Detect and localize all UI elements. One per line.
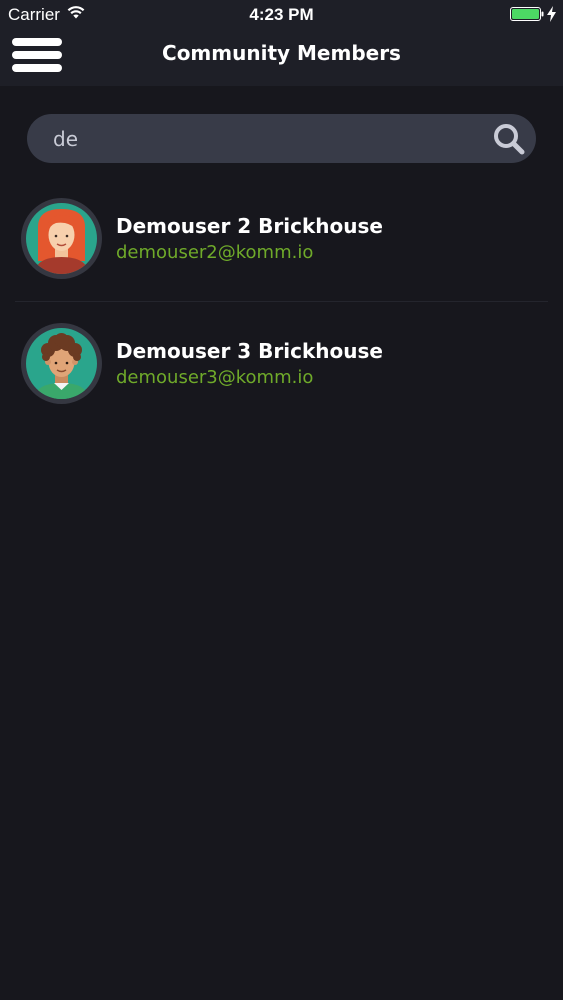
- member-email: demouser3@komm.io: [116, 367, 314, 388]
- divider: [15, 301, 548, 302]
- status-time: 4:23 PM: [249, 5, 314, 24]
- list-item[interactable]: Demouser 2 Brickhouse demouser2@komm.io: [0, 180, 563, 304]
- search-bar: [27, 114, 536, 163]
- search-input[interactable]: [53, 124, 473, 154]
- avatar: [21, 198, 102, 279]
- member-name: Demouser 2 Brickhouse: [116, 214, 383, 238]
- list-item[interactable]: Demouser 3 Brickhouse demouser3@komm.io: [0, 305, 563, 429]
- avatar: [21, 323, 102, 404]
- member-name: Demouser 3 Brickhouse: [116, 339, 383, 363]
- member-email: demouser2@komm.io: [116, 242, 314, 263]
- member-list: Demouser 2 Brickhouse demouser2@komm.io: [0, 180, 563, 429]
- avatar-brown-curly-hair-icon: [26, 328, 97, 399]
- navigation-bar: Community Members: [0, 28, 563, 86]
- battery-icon: [510, 7, 544, 21]
- status-bar: Carrier 4:23 PM: [0, 0, 563, 28]
- page-title: Community Members: [162, 41, 401, 65]
- charging-bolt-icon: [547, 6, 556, 22]
- avatar-red-hair-icon: [26, 203, 97, 274]
- search-icon[interactable]: [492, 122, 526, 156]
